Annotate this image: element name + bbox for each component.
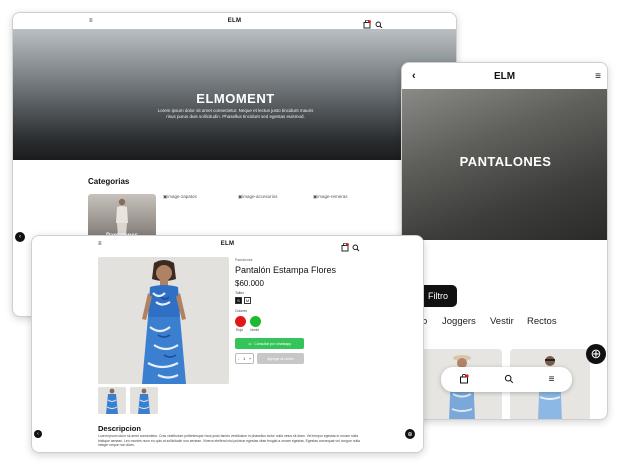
add-fab-button[interactable]: ⊕ xyxy=(405,429,415,439)
quantity-stepper: - 1 + xyxy=(235,353,254,364)
qty-value: 1 xyxy=(243,356,246,361)
showcase-canvas: ≡ ELM ELMOMENT Lorem ipsum dolor sit ame… xyxy=(0,0,620,465)
category-image-accesorios[interactable]: ▣image-accesorios xyxy=(238,194,278,200)
brand-logo[interactable]: ELM xyxy=(228,18,242,24)
whatsapp-button-label: Consultar por whatsapp xyxy=(254,341,292,346)
product-detail-window: ≡ ELM Pantalones Pantalón Estampa Flores… xyxy=(31,235,424,453)
whatsapp-icon: ☏ xyxy=(247,341,253,346)
mobile-bottom-nav: ≡ xyxy=(441,367,572,392)
hamburger-icon[interactable]: ≡ xyxy=(89,18,93,24)
search-icon[interactable] xyxy=(504,371,514,389)
category-image-zapatos[interactable]: ▣image-zapatos xyxy=(163,194,197,200)
color-name-rojo: Rojo xyxy=(236,328,244,332)
chevron-left-icon: ‹ xyxy=(37,431,39,437)
description-heading: Descripcion xyxy=(98,424,141,433)
size-option-m[interactable]: M xyxy=(244,297,251,304)
colors-label: Colores xyxy=(235,309,248,313)
qty-plus-button[interactable]: + xyxy=(249,357,251,361)
carousel-prev-button[interactable]: ‹ xyxy=(34,430,42,438)
brand-logo[interactable]: ELM xyxy=(221,241,235,247)
whatsapp-button[interactable]: ☏ Consultar por whatsapp xyxy=(235,338,304,349)
cart-icon[interactable] xyxy=(459,371,469,389)
color-swatch-verde[interactable] xyxy=(250,316,261,327)
tab-joggers[interactable]: Joggers xyxy=(442,316,476,327)
breadcrumb[interactable]: Pantalones xyxy=(235,258,253,262)
tab-rectos[interactable]: Rectos xyxy=(527,316,557,327)
category-image-remeras[interactable]: ▣image-remeras xyxy=(313,194,348,200)
plus-icon: ⊕ xyxy=(590,346,602,361)
category-hero: PANTALONES xyxy=(402,89,607,240)
hamburger-icon[interactable]: ≡ xyxy=(549,374,555,385)
add-to-cart-button[interactable]: Agregar al carrito xyxy=(257,353,304,364)
brand-logo[interactable]: ELM xyxy=(494,71,515,82)
hamburger-icon[interactable]: ≡ xyxy=(595,71,601,82)
thumbnail-photo xyxy=(130,387,158,414)
hero-text: Lorem ipsum dolor sit amet consectetur. … xyxy=(157,108,314,119)
plus-icon: ⊕ xyxy=(407,431,413,438)
carousel-prev-button[interactable]: ‹ xyxy=(15,232,25,242)
chevron-left-icon: ‹ xyxy=(19,234,21,240)
cart-icon[interactable] xyxy=(341,239,349,257)
top-nav: ≡ ELM xyxy=(32,236,423,252)
product-thumbnail[interactable] xyxy=(98,387,126,414)
color-swatch-rojo[interactable] xyxy=(235,316,246,327)
color-name-verde: Verde xyxy=(250,328,260,332)
back-arrow-icon[interactable]: ‹ xyxy=(412,70,416,82)
product-price: $60.000 xyxy=(235,279,264,288)
product-thumbnail[interactable] xyxy=(130,387,158,414)
model-photo xyxy=(116,198,128,237)
hero-title: ELMOMENT xyxy=(196,91,275,106)
thumbnail-photo xyxy=(98,387,126,414)
mobile-category-window: ‹ ELM ≡ PANTALONES Filtro o Joggers Vest… xyxy=(401,62,608,420)
category-title: PANTALONES xyxy=(459,154,552,169)
hero-banner: ELMOMENT Lorem ipsum dolor sit amet cons… xyxy=(13,29,456,160)
product-title: Pantalón Estampa Flores xyxy=(235,265,337,275)
size-option-s[interactable]: S xyxy=(235,297,242,304)
tab-vestir[interactable]: Vestir xyxy=(490,316,514,327)
qty-minus-button[interactable]: - xyxy=(238,357,239,361)
sizes-label: Talles xyxy=(235,291,244,295)
product-main-image[interactable] xyxy=(98,257,229,384)
mobile-top-bar: ‹ ELM ≡ xyxy=(402,63,607,89)
add-fab-button[interactable]: ⊕ xyxy=(586,344,606,364)
description-text: Lorem ipsum dolor sit amet consectetur. … xyxy=(98,434,360,448)
categories-heading: Categorias xyxy=(88,177,130,186)
model-photo xyxy=(98,257,229,384)
hamburger-icon[interactable]: ≡ xyxy=(98,241,102,247)
search-icon[interactable] xyxy=(352,239,360,257)
top-nav: ≡ ELM xyxy=(13,13,456,29)
